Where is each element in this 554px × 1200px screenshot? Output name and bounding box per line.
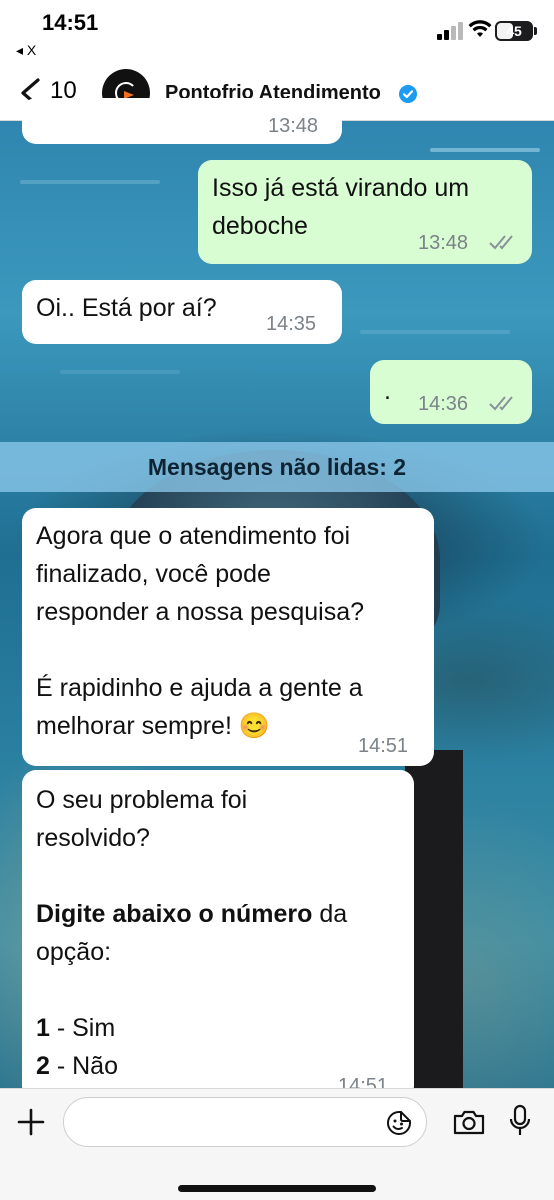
home-indicator <box>178 1185 376 1192</box>
plus-icon[interactable] <box>16 1107 46 1137</box>
message-bubble-incoming[interactable]: Oi.. Está por aí? 14:35 <box>22 280 342 344</box>
message-bubble-incoming[interactable]: 13:48 <box>22 98 342 144</box>
verified-badge-icon <box>399 85 417 103</box>
message-time: 14:35 <box>266 313 317 335</box>
wifi-icon <box>468 20 492 37</box>
microphone-icon[interactable] <box>508 1104 532 1138</box>
message-input-container[interactable] <box>63 1097 427 1147</box>
back-to-app-link[interactable]: ◂ X <box>16 42 36 59</box>
message-input-bar <box>0 1088 554 1200</box>
camera-icon[interactable] <box>452 1108 486 1136</box>
message-bubble-incoming[interactable]: Agora que o atendimento foi finalizado, … <box>22 508 434 766</box>
status-bar: 14:51 ◂ X 45 <box>0 0 554 65</box>
cellular-signal-icon <box>437 22 463 40</box>
message-text: Oi.. Está por aí? <box>36 294 217 322</box>
battery-indicator: 45 <box>495 21 533 41</box>
message-time: 14:36 <box>418 393 469 415</box>
read-receipt-icon <box>489 235 513 250</box>
sticker-icon[interactable] <box>386 1110 412 1136</box>
message-text: . <box>384 377 391 405</box>
message-bubble-outgoing[interactable]: . 14:36 <box>370 360 532 424</box>
message-bubble-incoming[interactable]: O seu problema foi resolvido? Digite aba… <box>22 770 414 1100</box>
message-text: Agora que o atendimento foi finalizado, … <box>36 522 365 740</box>
unread-messages-banner: Mensagens não lidas: 2 <box>0 442 554 492</box>
message-input[interactable] <box>82 1098 392 1146</box>
message-time: 14:51 <box>358 735 409 757</box>
message-bubble-outgoing[interactable]: Isso já está virando um deboche 13:48 <box>198 160 532 264</box>
message-time: 13:48 <box>418 232 469 254</box>
battery-level: 45 <box>506 23 522 39</box>
message-text: O seu problema foi resolvido? Digite aba… <box>36 786 348 1080</box>
status-time: 14:51 <box>42 10 99 35</box>
message-time: 13:48 <box>268 115 319 137</box>
read-receipt-icon <box>489 396 513 411</box>
